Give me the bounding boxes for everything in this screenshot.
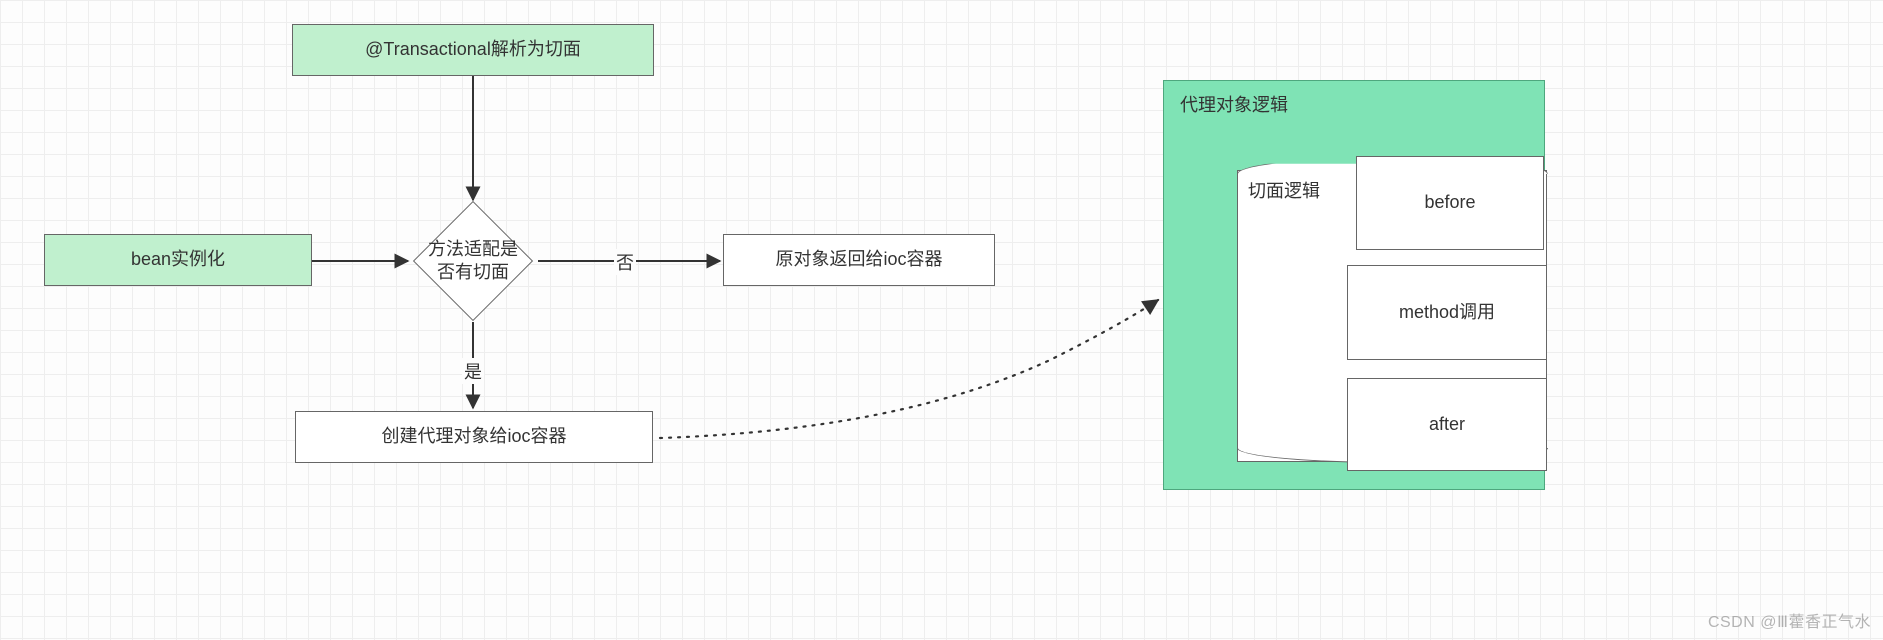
node-method-call: method调用 — [1347, 265, 1547, 360]
node-original-return-label: 原对象返回给ioc容器 — [775, 247, 942, 272]
node-after: after — [1347, 378, 1547, 471]
node-bean-instance: bean实例化 — [44, 234, 312, 286]
node-method-match-label: 方法适配是否有切面 — [421, 238, 525, 285]
edge-label-no: 否 — [614, 249, 636, 275]
node-create-proxy-label: 创建代理对象给ioc容器 — [381, 424, 566, 449]
node-transactional: @Transactional解析为切面 — [292, 24, 654, 76]
watermark: CSDN @Ⅲ藿香正气水 — [1708, 608, 1871, 632]
node-before: before — [1356, 156, 1544, 250]
node-bean-instance-label: bean实例化 — [131, 247, 225, 272]
node-method-call-label: method调用 — [1399, 300, 1495, 325]
node-before-label: before — [1424, 190, 1475, 215]
node-create-proxy: 创建代理对象给ioc容器 — [295, 411, 653, 463]
node-method-match: 方法适配是否有切面 — [413, 201, 533, 321]
edge-label-yes: 是 — [462, 358, 484, 384]
node-original-return: 原对象返回给ioc容器 — [723, 234, 995, 286]
container-proxy-logic-title: 代理对象逻辑 — [1180, 93, 1288, 118]
node-after-label: after — [1429, 412, 1465, 437]
node-transactional-label: @Transactional解析为切面 — [365, 37, 581, 62]
edges-layer — [0, 0, 1883, 640]
container-aspect-logic-title: 切面逻辑 — [1248, 177, 1320, 203]
